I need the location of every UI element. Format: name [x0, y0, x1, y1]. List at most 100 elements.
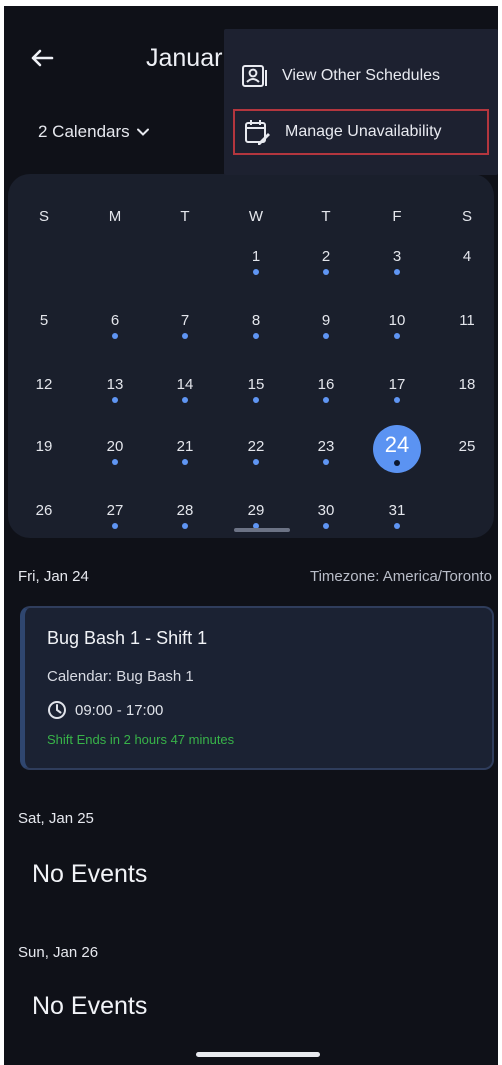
- event-time-text: 09:00 - 17:00: [75, 701, 164, 719]
- event-indicator-dot: [394, 523, 400, 529]
- event-title: Bug Bash 1 - Shift 1: [47, 628, 208, 648]
- calendar-edit-icon: [245, 120, 270, 145]
- weekday-label: T: [180, 208, 190, 225]
- event-time: 09:00 - 17:00: [47, 700, 163, 720]
- calendar-day[interactable]: 20: [90, 438, 140, 465]
- calendar-day[interactable]: 3: [372, 248, 422, 275]
- event-indicator-dot: [323, 397, 329, 403]
- day-header-fri: Fri, Jan 24: [18, 568, 89, 585]
- calendar-day[interactable]: 4: [442, 248, 492, 265]
- day-number: 15: [247, 376, 265, 393]
- day-number: 11: [459, 312, 475, 329]
- event-calendar: Calendar: Bug Bash 1: [47, 668, 194, 685]
- calendar-day[interactable]: 28: [160, 502, 210, 529]
- day-number: 27: [106, 502, 124, 519]
- event-indicator-dot: [394, 269, 400, 275]
- event-indicator-dot: [323, 269, 329, 275]
- menu-item-manage-unavailability[interactable]: Manage Unavailability: [233, 109, 489, 155]
- day-number: 7: [180, 312, 190, 329]
- app-screen: Januar 2 Calendars View Other Schedules …: [4, 6, 498, 1065]
- day-number: 2: [321, 248, 331, 265]
- calendar-day[interactable]: 16: [301, 376, 351, 403]
- calendar-day[interactable]: 8: [231, 312, 281, 339]
- event-indicator-dot: [323, 333, 329, 339]
- calendar-day[interactable]: 14: [160, 376, 210, 403]
- calendar-day[interactable]: 18: [442, 376, 492, 393]
- menu-item-view-other-schedules[interactable]: View Other Schedules: [232, 53, 490, 99]
- calendar-day[interactable]: 6: [90, 312, 140, 339]
- calendar-day[interactable]: 9: [301, 312, 351, 339]
- calendar-day[interactable]: 17: [372, 376, 422, 403]
- calendar-day-selected[interactable]: 24: [372, 425, 422, 473]
- day-number: 29: [247, 502, 265, 519]
- day-number: 10: [388, 312, 406, 329]
- event-indicator-dot: [112, 333, 118, 339]
- calendar-day[interactable]: 23: [301, 438, 351, 465]
- day-number: 26: [35, 502, 53, 519]
- calendar-day[interactable]: 29: [231, 502, 281, 529]
- day-number: 3: [392, 248, 402, 265]
- day-number: 13: [106, 376, 124, 393]
- menu-item-label: View Other Schedules: [282, 67, 441, 84]
- calendar-day[interactable]: 26: [19, 502, 69, 519]
- day-number: 9: [321, 312, 331, 329]
- arrow-left-icon: [31, 49, 54, 67]
- month-calendar: S M T W T F S 1 2 3 4 5 6 7 8 9 10 11 12 13 14 15 16 17 18 19 20 21…: [8, 174, 494, 538]
- event-indicator-dot: [253, 459, 259, 465]
- day-number: 14: [176, 376, 194, 393]
- calendar-day[interactable]: 11: [442, 312, 492, 329]
- calendar-day[interactable]: 10: [372, 312, 422, 339]
- calendar-day[interactable]: 19: [19, 438, 69, 455]
- calendar-day[interactable]: 5: [19, 312, 69, 329]
- day-number: 30: [317, 502, 335, 519]
- event-card[interactable]: Bug Bash 1 - Shift 1 Calendar: Bug Bash …: [20, 606, 494, 770]
- event-indicator-dot: [394, 397, 400, 403]
- weekday-label: W: [248, 208, 264, 225]
- weekday-label: F: [392, 208, 402, 225]
- chevron-down-icon: [136, 128, 149, 136]
- calendar-day[interactable]: 31: [372, 502, 422, 529]
- day-number: 28: [176, 502, 194, 519]
- calendar-day[interactable]: 1: [231, 248, 281, 275]
- calendar-day[interactable]: 21: [160, 438, 210, 465]
- day-number: 17: [388, 376, 406, 393]
- day-number: 16: [317, 376, 335, 393]
- calendar-day[interactable]: 22: [231, 438, 281, 465]
- calendar-day[interactable]: 12: [19, 376, 69, 393]
- calendar-day[interactable]: 27: [90, 502, 140, 529]
- day-number: 5: [39, 312, 49, 329]
- calendar-day[interactable]: 2: [301, 248, 351, 275]
- drag-handle[interactable]: [234, 528, 290, 532]
- day-number: 21: [176, 438, 194, 455]
- calendar-day[interactable]: 7: [160, 312, 210, 339]
- calendar-day[interactable]: 30: [301, 502, 351, 529]
- back-button[interactable]: [26, 42, 58, 74]
- day-number: 19: [35, 438, 53, 455]
- day-number: 23: [317, 438, 335, 455]
- timezone-label: Timezone: America/Toronto: [309, 568, 492, 585]
- event-indicator-dot: [323, 523, 329, 529]
- event-indicator-dot: [394, 460, 400, 466]
- home-indicator[interactable]: [196, 1052, 320, 1057]
- selected-day-circle: 24: [373, 425, 421, 473]
- event-indicator-dot: [182, 523, 188, 529]
- day-number: 8: [251, 312, 261, 329]
- calendar-day[interactable]: 13: [90, 376, 140, 403]
- calendar-day[interactable]: 15: [231, 376, 281, 403]
- weekday-label: S: [461, 208, 472, 225]
- overflow-menu: View Other Schedules Manage Unavailabili…: [224, 29, 498, 175]
- calendars-dropdown-label: 2 Calendars: [38, 122, 130, 141]
- day-number: 31: [388, 502, 406, 519]
- day-header-sun: Sun, Jan 26: [18, 944, 99, 961]
- event-indicator-dot: [253, 397, 259, 403]
- calendar-day[interactable]: 25: [442, 438, 492, 455]
- event-indicator-dot: [253, 333, 259, 339]
- event-indicator-dot: [323, 459, 329, 465]
- menu-item-label: Manage Unavailability: [285, 123, 442, 140]
- calendars-dropdown[interactable]: 2 Calendars: [38, 122, 150, 142]
- no-events-text: No Events: [32, 992, 148, 1020]
- weekday-label: M: [108, 208, 122, 225]
- day-header-sat: Sat, Jan 25: [18, 810, 94, 827]
- day-number: 6: [110, 312, 120, 329]
- weekday-label: S: [38, 208, 49, 225]
